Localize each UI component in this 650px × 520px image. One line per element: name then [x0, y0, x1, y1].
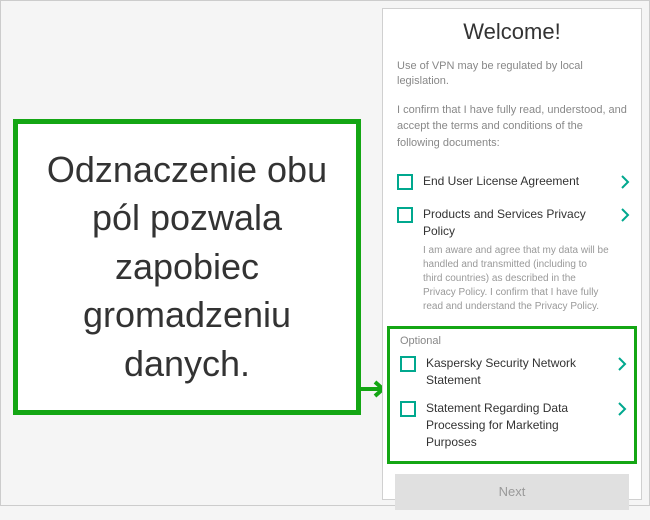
checkbox-ksn[interactable]: [400, 356, 416, 372]
next-button[interactable]: Next: [395, 474, 629, 510]
item-content: End User License Agreement: [423, 173, 609, 190]
item-label: Statement Regarding Data Processing for …: [426, 400, 606, 450]
chevron-right-icon[interactable]: [619, 174, 631, 190]
chevron-right-icon[interactable]: [619, 207, 631, 223]
item-content: Statement Regarding Data Processing for …: [426, 400, 606, 450]
agreement-item-marketing[interactable]: Statement Regarding Data Processing for …: [390, 394, 634, 456]
agreement-item-eula[interactable]: End User License Agreement: [383, 165, 641, 198]
checkbox-privacy[interactable]: [397, 207, 413, 223]
item-content: Products and Services Privacy Policy I a…: [423, 206, 609, 314]
optional-section-highlight: Optional Kaspersky Security Network Stat…: [387, 326, 637, 464]
agreement-item-ksn[interactable]: Kaspersky Security Network Statement: [390, 349, 634, 395]
welcome-screen: Welcome! Use of VPN may be regulated by …: [382, 8, 642, 500]
item-label: Products and Services Privacy Policy: [423, 206, 609, 240]
regulation-notice: Use of VPN may be regulated by local leg…: [383, 59, 641, 90]
item-description: I am aware and agree that my data will b…: [423, 244, 609, 314]
chevron-right-icon[interactable]: [616, 401, 628, 417]
callout-text: Odznaczenie obu pól pozwala zapobiec gro…: [38, 146, 336, 389]
agreement-item-privacy[interactable]: Products and Services Privacy Policy I a…: [383, 198, 641, 322]
optional-label: Optional: [390, 335, 634, 347]
item-content: Kaspersky Security Network Statement: [426, 355, 606, 389]
callout-annotation: Odznaczenie obu pól pozwala zapobiec gro…: [13, 119, 361, 415]
checkbox-marketing[interactable]: [400, 401, 416, 417]
checkbox-eula[interactable]: [397, 174, 413, 190]
chevron-right-icon[interactable]: [616, 356, 628, 372]
footer: Next: [383, 464, 641, 520]
item-label: Kaspersky Security Network Statement: [426, 355, 606, 389]
page-title: Welcome!: [383, 19, 641, 45]
item-label: End User License Agreement: [423, 173, 609, 190]
confirmation-intro: I confirm that I have fully read, unders…: [383, 102, 641, 152]
